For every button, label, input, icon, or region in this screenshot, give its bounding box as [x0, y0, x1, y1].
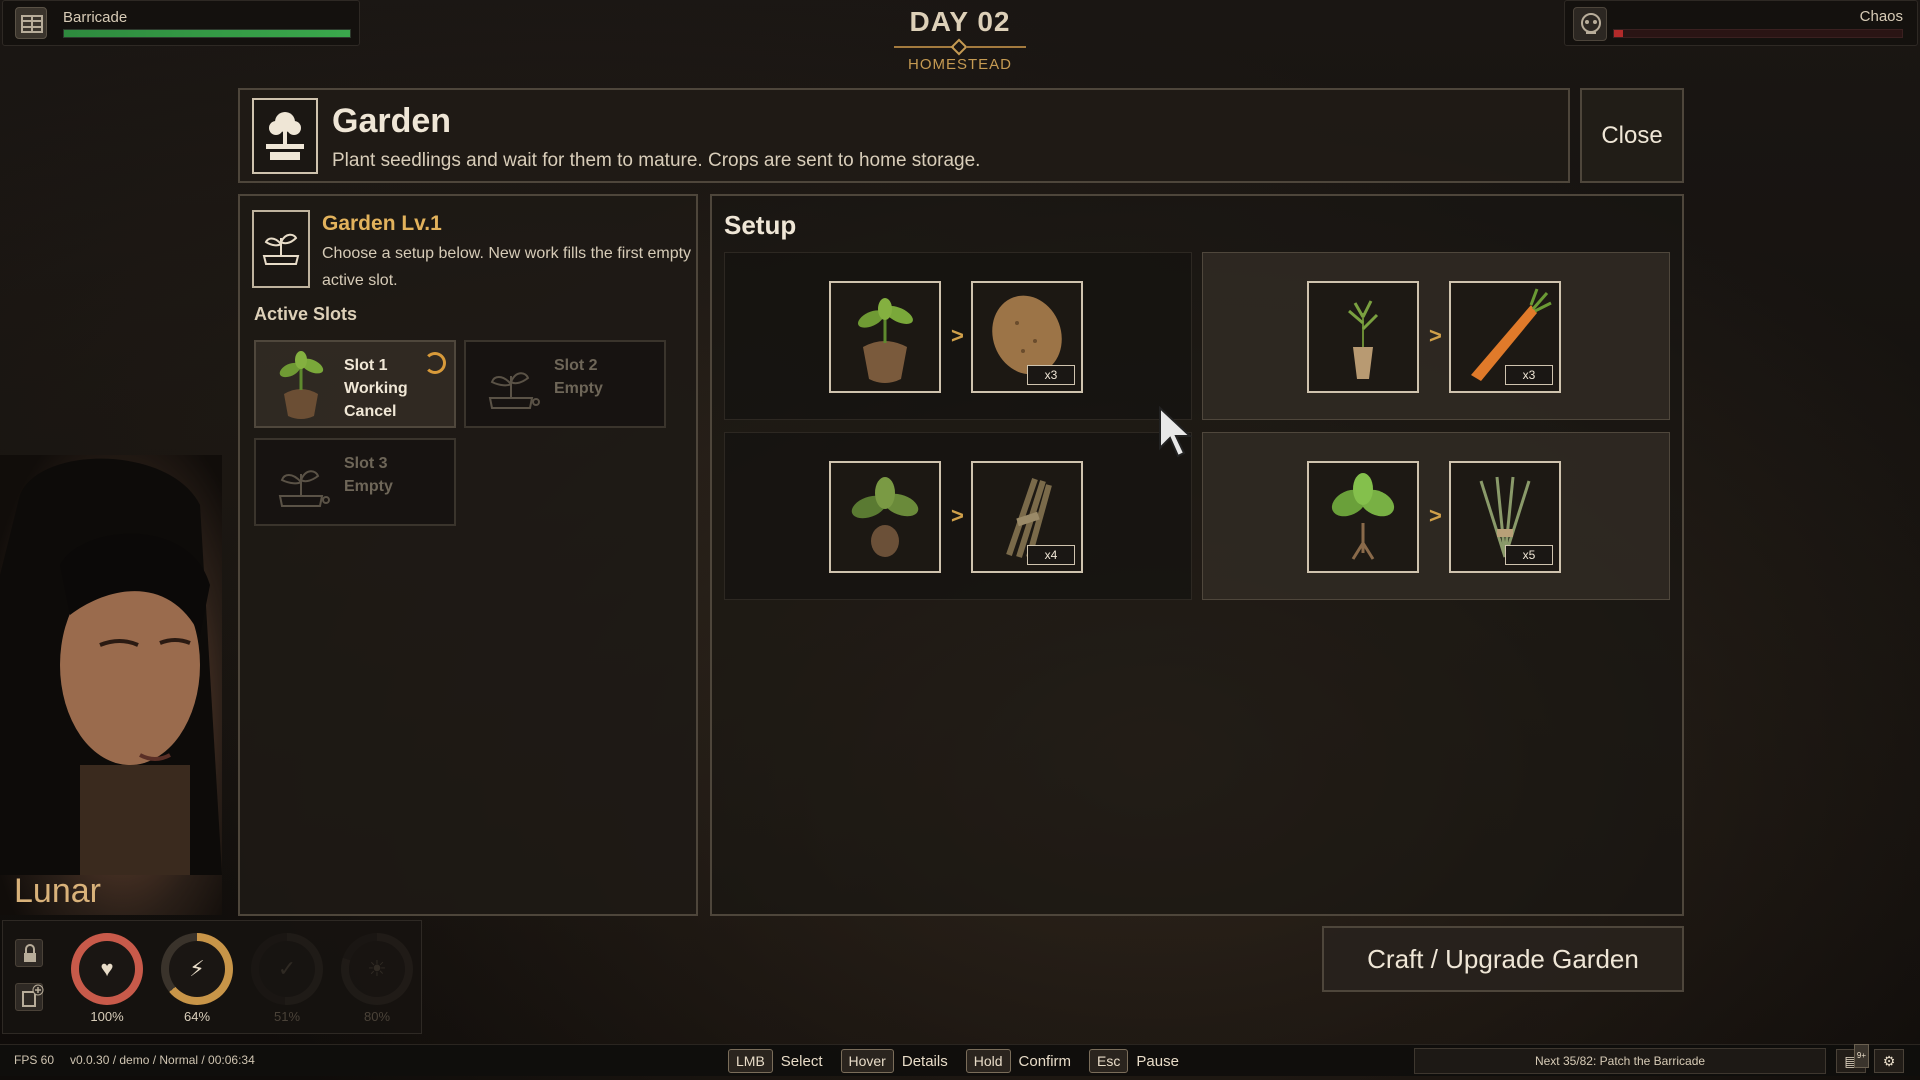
recipe-arrow: > — [951, 323, 964, 348]
garden-info-panel: Garden Lv.1 Choose a setup below. New wo… — [238, 194, 698, 916]
barricade-bar: Barricade — [2, 0, 360, 46]
close-button[interactable]: Close — [1580, 88, 1684, 183]
slot-3-name: Slot 3 — [344, 455, 388, 472]
food-value: 51% — [273, 1009, 301, 1024]
garden-icon — [252, 98, 318, 174]
inventory-add-icon[interactable] — [15, 983, 44, 1011]
journal-icon[interactable]: ▤ 9+ — [1836, 1044, 1869, 1073]
recipe-arrow: > — [1429, 323, 1442, 348]
chaos-label: Chaos — [1859, 8, 1903, 25]
dialog-title: Garden — [332, 102, 452, 140]
garden-header: Garden Plant seedlings and wait for them… — [238, 88, 1570, 183]
active-slots-title: Active Slots — [254, 304, 358, 324]
chaos-progress-track — [1613, 29, 1903, 38]
key-hold-action: Confirm — [1018, 1052, 1072, 1070]
potato-icon: x3 — [971, 281, 1083, 393]
herb-bundle-icon: x5 — [1449, 461, 1561, 573]
energy-ring: ⚡ — [161, 933, 233, 1005]
sapling-leaves-icon — [829, 461, 941, 573]
dialog-description: Plant seedlings and wait for them to mat… — [332, 150, 981, 171]
potato-seedling-icon — [829, 281, 941, 393]
empty-pot-icon — [268, 448, 334, 518]
energy-value: 64% — [183, 1009, 211, 1024]
recipe-quantity: x5 — [1505, 545, 1553, 565]
location-label: HOMESTEAD — [907, 56, 1012, 73]
setup-panel: Setup > x3 > x3 > x4 > x5 — [710, 194, 1684, 916]
status-bar: FPS 60 v0.0.30 / demo / Normal / 00:06:3… — [0, 1044, 1920, 1076]
next-quest[interactable]: Next 35/82: Patch the Barricade — [1414, 1048, 1826, 1074]
stick-bundle-icon: x4 — [971, 461, 1083, 573]
character-stats: ♥ 100% ⚡ 64% ✓ 51% ☀ 80% — [2, 920, 422, 1034]
morale-ring: ☀ — [341, 933, 413, 1005]
barricade-progress-track — [63, 29, 351, 38]
key-esc: Esc — [1089, 1049, 1129, 1073]
sun-icon: ☀ — [367, 956, 387, 981]
key-lmb: LMB — [728, 1049, 773, 1073]
slot-2-status: Empty — [554, 380, 603, 397]
chaos-progress-fill — [1614, 30, 1623, 37]
carrot-seedling-icon — [1307, 281, 1419, 393]
barricade-icon — [15, 7, 47, 39]
recipe-quantity: x3 — [1505, 365, 1553, 385]
empty-pot-icon — [478, 350, 544, 420]
character-portrait — [0, 455, 222, 915]
slot-3[interactable]: Slot 3 Empty — [254, 438, 456, 526]
slot-3-status: Empty — [344, 478, 393, 495]
version-info: v0.0.30 / demo / Normal / 00:06:34 — [70, 1053, 255, 1067]
slot-1-cancel[interactable]: Cancel — [344, 400, 408, 423]
key-lmb-action: Select — [780, 1052, 823, 1070]
garden-instructions: Choose a setup below. New work fills the… — [322, 245, 692, 289]
setup-title: Setup — [724, 210, 797, 240]
slot-2-name: Slot 2 — [554, 357, 598, 374]
recipe-potato[interactable]: > x3 — [724, 252, 1192, 420]
day-title: DAY 02 — [909, 6, 1011, 37]
barricade-label: Barricade — [63, 9, 128, 26]
chaos-bar: Chaos — [1564, 0, 1918, 46]
morale-value: 80% — [363, 1009, 391, 1024]
food-icon: ✓ — [277, 956, 297, 981]
slot-1-name: Slot 1 — [344, 357, 388, 374]
key-hover: Hover — [840, 1049, 894, 1073]
slot-1[interactable]: Slot 1 Working Cancel — [254, 340, 456, 428]
settings-gear-icon[interactable]: ⚙ — [1874, 1049, 1904, 1073]
slot-1-status: Working — [344, 380, 408, 397]
skull-icon — [1573, 7, 1607, 41]
health-value: 100% — [90, 1009, 124, 1024]
working-spinner-icon — [424, 352, 446, 374]
journal-badge: 9+ — [1853, 1044, 1869, 1068]
energy-icon: ⚡ — [189, 956, 205, 981]
recipe-herbs[interactable]: > x5 — [1202, 432, 1670, 600]
heart-icon: ♥ — [100, 956, 114, 981]
potato-seedling-icon — [268, 350, 334, 420]
slot-2[interactable]: Slot 2 Empty — [464, 340, 666, 428]
barricade-progress-fill — [64, 30, 350, 37]
lock-icon[interactable] — [15, 939, 43, 967]
craft-upgrade-button[interactable]: Craft / Upgrade Garden — [1322, 926, 1684, 992]
recipe-quantity: x4 — [1027, 545, 1075, 565]
fps-counter: FPS 60 — [14, 1053, 55, 1067]
recipe-arrow: > — [951, 503, 964, 528]
recipe-carrot[interactable]: > x3 — [1202, 252, 1670, 420]
green-sprout-icon — [1307, 461, 1419, 573]
recipe-quantity: x3 — [1027, 365, 1075, 385]
day-ornament — [860, 38, 1060, 56]
food-ring: ✓ — [251, 933, 323, 1005]
recipe-arrow: > — [1429, 503, 1442, 528]
key-hints: LMB Select Hover Details Hold Confirm Es… — [728, 1049, 1189, 1073]
health-ring: ♥ — [71, 933, 143, 1005]
garden-level-icon — [252, 210, 310, 288]
mouse-cursor-icon — [1158, 405, 1200, 462]
key-hold: Hold — [965, 1049, 1011, 1073]
recipe-sticks[interactable]: > x4 — [724, 432, 1192, 600]
key-hover-action: Details — [901, 1052, 948, 1070]
carrot-icon: x3 — [1449, 281, 1561, 393]
day-indicator: DAY 02 HOMESTEAD — [860, 6, 1060, 73]
key-esc-action: Pause — [1136, 1052, 1179, 1070]
character-name: Lunar — [14, 872, 101, 910]
garden-level-title: Garden Lv.1 — [322, 212, 442, 235]
